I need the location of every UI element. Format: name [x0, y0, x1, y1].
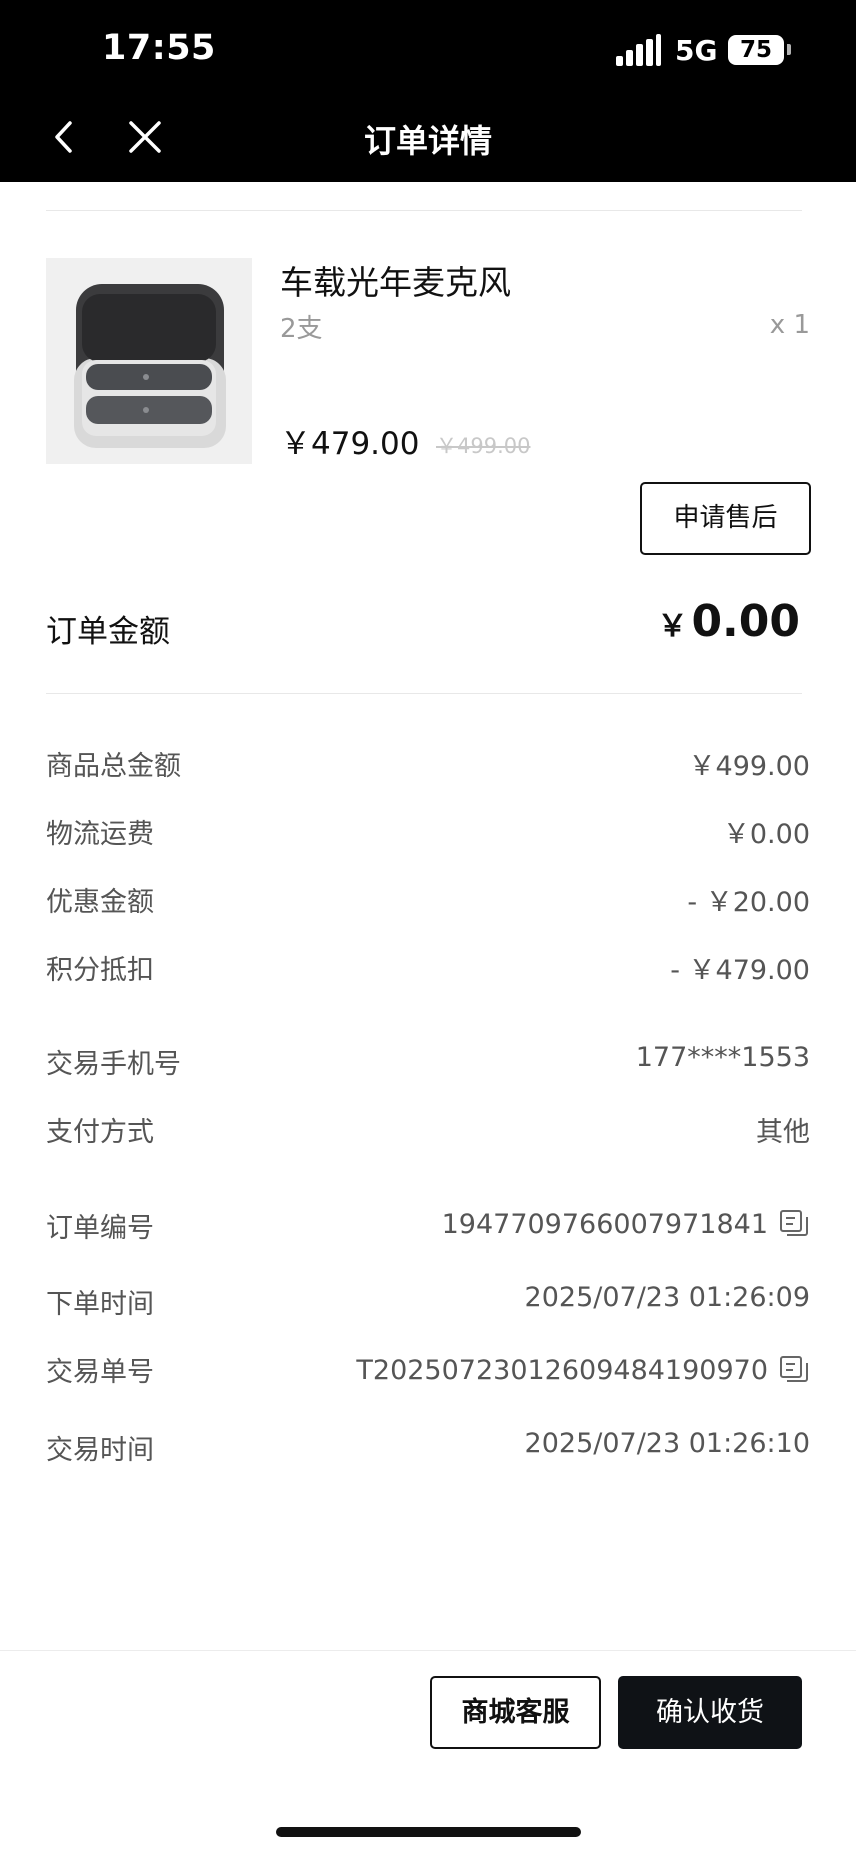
product-price: ￥479.00: [280, 426, 420, 462]
product-name[interactable]: 车载光年麦克风: [280, 256, 511, 304]
payment-row-value: 其他: [756, 1117, 810, 1148]
network-label: 5G: [675, 34, 718, 67]
product-image[interactable]: [46, 258, 252, 464]
order-row-label: 订单编号: [46, 1213, 154, 1244]
battery-tip: [787, 44, 791, 55]
order-row-label: 下单时间: [46, 1289, 154, 1320]
cost-row-value: - ￥20.00: [687, 887, 810, 918]
payment-row-value: 177****1553: [635, 1042, 810, 1073]
status-bar: 17:55 5G 75: [0, 0, 856, 92]
cost-row-label: 优惠金额: [46, 887, 154, 918]
divider: [46, 693, 802, 694]
product-spec: 2支: [280, 314, 323, 344]
order-number-row: 1947709766007971841: [442, 1208, 810, 1240]
nav-bar: 订单详情: [0, 92, 856, 182]
signal-icon: [616, 34, 662, 66]
payment-row-label: 支付方式: [46, 1117, 154, 1148]
payment-row-label: 交易手机号: [46, 1049, 181, 1080]
apply-aftersale-button[interactable]: 申请售后: [640, 482, 811, 555]
order-row-label: 交易时间: [46, 1435, 154, 1466]
battery-icon: 75: [728, 35, 784, 65]
page-title: 订单详情: [363, 122, 492, 160]
cost-row-label: 物流运费: [46, 819, 154, 850]
product-original-price: ￥499.00: [436, 434, 531, 458]
order-number-value: 1947709766007971841: [441, 1208, 768, 1240]
confirm-receipt-button[interactable]: 确认收货: [618, 1676, 802, 1749]
cost-row-label: 积分抵扣: [46, 955, 154, 986]
copy-icon[interactable]: [778, 1208, 810, 1240]
status-time: 17:55: [102, 28, 216, 68]
cost-row-value: ￥0.00: [722, 819, 810, 850]
order-amount-value: ￥0.00: [657, 596, 800, 647]
divider: [46, 210, 802, 211]
transaction-time-value: 2025/07/23 01:26:10: [524, 1428, 810, 1459]
cost-row-label: 商品总金额: [46, 751, 181, 782]
order-time-value: 2025/07/23 01:26:09: [524, 1282, 810, 1313]
customer-service-button[interactable]: 商城客服: [430, 1676, 601, 1749]
order-amount-label: 订单金额: [46, 614, 170, 650]
product-quantity: x 1: [769, 310, 810, 340]
home-indicator[interactable]: [276, 1827, 581, 1837]
order-row-label: 交易单号: [46, 1357, 154, 1388]
cost-row-value: ￥499.00: [688, 751, 810, 782]
bottom-action-bar: 商城客服 确认收货: [0, 1650, 856, 1852]
cost-row-value: - ￥479.00: [670, 955, 810, 986]
copy-icon[interactable]: [778, 1354, 810, 1386]
currency-symbol: ￥: [657, 609, 688, 644]
transaction-number-row: T20250723012609484190970: [356, 1354, 810, 1386]
transaction-number-value: T20250723012609484190970: [356, 1354, 768, 1386]
order-amount-number: 0.00: [691, 596, 800, 647]
